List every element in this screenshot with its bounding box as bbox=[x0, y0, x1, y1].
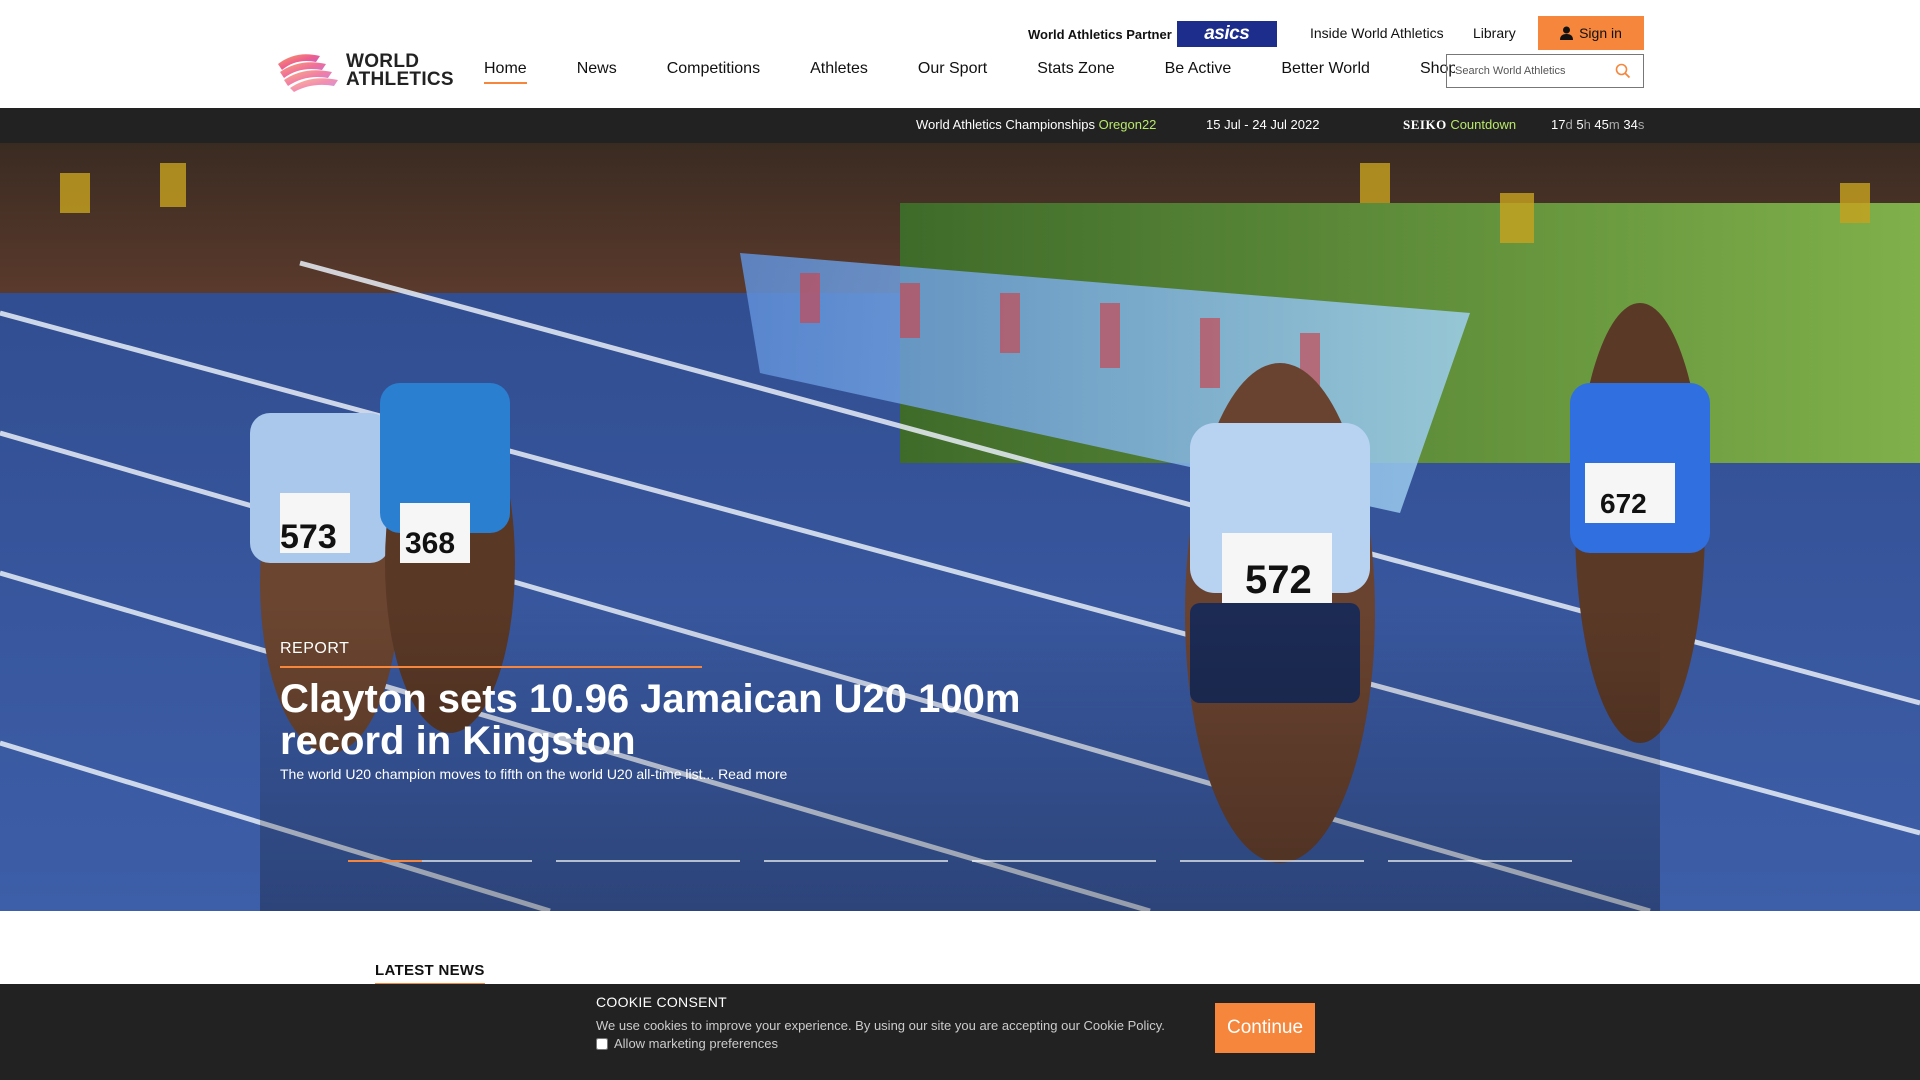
countdown-seconds: 34 bbox=[1623, 117, 1638, 132]
countdown-label: Countdown bbox=[1450, 117, 1517, 132]
countdown-hours: 5 bbox=[1576, 117, 1584, 132]
countdown-minutes: 45 bbox=[1594, 117, 1609, 132]
user-icon bbox=[1560, 26, 1574, 40]
tag-divider bbox=[280, 666, 702, 668]
championships-countdown-bar: World Athletics Championships Oregon22 1… bbox=[0, 108, 1920, 143]
seiko-logo: SEIKO bbox=[1403, 117, 1447, 132]
main-nav: Home News Competitions Athletes Our Spor… bbox=[480, 58, 1503, 84]
latest-news-heading: LATEST NEWS bbox=[375, 962, 485, 986]
partner-block: World Athletics Partner asics bbox=[1028, 21, 1277, 47]
inside-world-athletics-link[interactable]: Inside World Athletics bbox=[1310, 25, 1444, 41]
world-athletics-logo-icon bbox=[278, 54, 338, 92]
carousel-indicator-2[interactable] bbox=[556, 860, 740, 862]
asics-wordmark: asics bbox=[1204, 23, 1250, 44]
event-highlight: Oregon22 bbox=[1098, 117, 1157, 132]
nav-athletes[interactable]: Athletes bbox=[806, 58, 872, 84]
event-name[interactable]: World Athletics Championships Oregon22 bbox=[916, 117, 1156, 132]
nav-home[interactable]: Home bbox=[480, 58, 531, 84]
countdown-label-block: SEIKO Countdown bbox=[1403, 117, 1516, 133]
hero-carousel[interactable]: 573 368 572 672 bbox=[0, 143, 1920, 911]
sign-in-button[interactable]: Sign in bbox=[1538, 16, 1644, 50]
countdown-hours-unit: h bbox=[1583, 117, 1591, 132]
asics-logo[interactable]: asics bbox=[1176, 21, 1277, 47]
countdown-days-unit: d bbox=[1565, 117, 1573, 132]
nav-stats-zone[interactable]: Stats Zone bbox=[1033, 58, 1118, 84]
nav-news[interactable]: News bbox=[573, 58, 621, 84]
carousel-indicator-1-fill bbox=[348, 860, 422, 862]
cookie-title: COOKIE CONSENT bbox=[596, 994, 727, 1010]
hero-caption: REPORT Clayton sets 10.96 Jamaican U20 1… bbox=[280, 640, 1040, 782]
logo-line-2: ATHLETICS bbox=[346, 69, 454, 90]
continue-button[interactable]: Continue bbox=[1215, 1003, 1315, 1053]
library-link[interactable]: Library bbox=[1473, 25, 1516, 41]
bib-368: 368 bbox=[405, 527, 455, 560]
nav-better-world[interactable]: Better World bbox=[1277, 58, 1374, 84]
nav-competitions[interactable]: Competitions bbox=[663, 58, 764, 84]
world-athletics-logo[interactable]: WORLD ATHLETICS bbox=[276, 50, 454, 92]
carousel-indicator-4[interactable] bbox=[972, 860, 1156, 862]
cookie-text: We use cookies to improve your experienc… bbox=[596, 1018, 1165, 1033]
site-header: WORLD ATHLETICS World Athletics Partner … bbox=[0, 0, 1920, 108]
carousel-indicator-3[interactable] bbox=[764, 860, 948, 862]
carousel-indicator-5[interactable] bbox=[1180, 860, 1364, 862]
article-tag: REPORT bbox=[280, 640, 350, 657]
countdown-timer: 17d 5h 45m 34s bbox=[1551, 117, 1644, 132]
marketing-preferences-label: Allow marketing preferences bbox=[614, 1036, 779, 1051]
hero-headline[interactable]: Clayton sets 10.96 Jamaican U20 100m rec… bbox=[280, 678, 1040, 762]
search-box bbox=[1446, 54, 1644, 88]
bib-572: 572 bbox=[1245, 558, 1312, 602]
cookie-consent-banner: COOKIE CONSENT We use cookies to improve… bbox=[0, 984, 1920, 1080]
marketing-preferences-checkbox[interactable] bbox=[596, 1037, 608, 1050]
partner-label: World Athletics Partner bbox=[1028, 26, 1172, 42]
carousel-indicator-1[interactable] bbox=[348, 860, 532, 862]
carousel-indicator-6[interactable] bbox=[1388, 860, 1572, 862]
search-icon[interactable] bbox=[1615, 63, 1631, 79]
hero-summary-link[interactable]: The world U20 champion moves to fifth on… bbox=[280, 766, 1040, 782]
countdown-seconds-unit: s bbox=[1637, 117, 1645, 132]
countdown-days: 17 bbox=[1551, 117, 1566, 132]
logo-wordmark: WORLD ATHLETICS bbox=[346, 52, 454, 90]
countdown-minutes-unit: m bbox=[1608, 117, 1620, 132]
nav-our-sport[interactable]: Our Sport bbox=[914, 58, 991, 84]
event-dates: 15 Jul - 24 Jul 2022 bbox=[1206, 117, 1320, 132]
bib-573: 573 bbox=[280, 518, 337, 556]
event-name-text: World Athletics Championships bbox=[916, 117, 1095, 132]
search-input[interactable] bbox=[1455, 65, 1615, 77]
bib-672: 672 bbox=[1600, 488, 1647, 519]
sign-in-label: Sign in bbox=[1579, 25, 1622, 41]
marketing-preferences-option[interactable]: Allow marketing preferences bbox=[596, 1036, 778, 1051]
nav-be-active[interactable]: Be Active bbox=[1161, 58, 1236, 84]
